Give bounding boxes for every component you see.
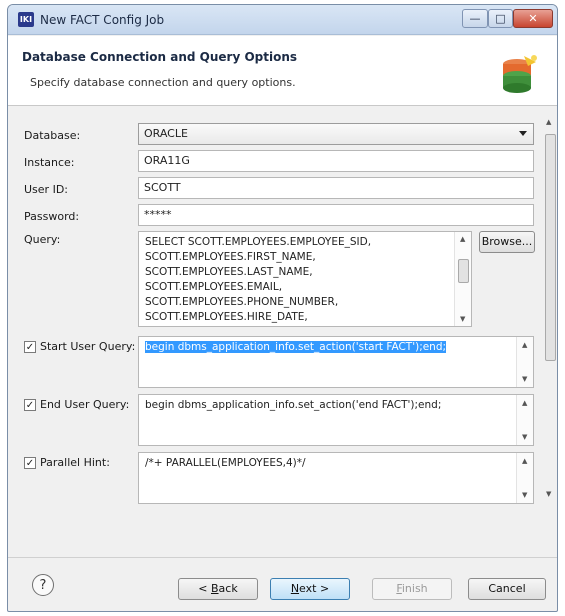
user-id-label: User ID: xyxy=(24,183,68,196)
scroll-down-icon[interactable]: ▼ xyxy=(522,433,527,441)
footer-divider xyxy=(8,557,557,558)
finish-button[interactable]: Finish xyxy=(372,578,452,600)
next-button-mnemonic: N xyxy=(290,582,300,595)
app-icon: IKI xyxy=(18,12,34,27)
instance-label: Instance: xyxy=(24,156,75,169)
database-label: Database: xyxy=(24,129,81,142)
browse-button[interactable]: Browse... xyxy=(479,231,535,253)
query-line: SCOTT.EMPLOYEES.EMAIL, xyxy=(145,281,283,293)
database-select[interactable]: ORACLE xyxy=(138,123,534,145)
scroll-up-icon[interactable]: ▲ xyxy=(460,235,465,243)
chevron-down-icon[interactable] xyxy=(519,131,527,136)
end-user-query-text: begin dbms_application_info.set_action('… xyxy=(145,399,442,411)
window-title: New FACT Config Job xyxy=(40,13,165,27)
back-button-mnemonic: B xyxy=(211,582,219,595)
query-line: SCOTT.EMPLOYEES.FIRST_NAME, xyxy=(145,251,316,263)
scroll-up-icon[interactable]: ▲ xyxy=(522,457,527,465)
scroll-up-icon[interactable]: ▲ xyxy=(522,399,527,407)
scroll-down-icon[interactable]: ▼ xyxy=(522,491,527,499)
parallel-hint-checkbox[interactable]: ✓ xyxy=(24,457,36,469)
finish-button-rest: inish xyxy=(401,582,428,595)
query-line: SELECT SCOTT.EMPLOYEES.EMPLOYEE_SID, xyxy=(145,236,372,248)
help-icon[interactable]: ? xyxy=(32,574,54,596)
start-query-scrollbar[interactable]: ▲ ▼ xyxy=(516,337,533,387)
scroll-down-icon[interactable]: ▼ xyxy=(460,315,465,323)
cancel-button[interactable]: Cancel xyxy=(468,578,546,600)
page-subtitle: Specify database connection and query op… xyxy=(30,76,296,89)
start-user-query-label: Start User Query: xyxy=(40,340,136,353)
start-user-query-checkbox[interactable]: ✓ xyxy=(24,341,36,353)
next-button-rest: ext > xyxy=(299,582,330,595)
end-user-query-label: End User Query: xyxy=(40,398,130,411)
parallel-hint-label: Parallel Hint: xyxy=(40,456,110,469)
scroll-up-icon[interactable]: ▲ xyxy=(522,341,527,349)
query-scrollbar[interactable]: ▲ ▼ xyxy=(454,232,471,326)
end-user-query-textarea[interactable]: begin dbms_application_info.set_action('… xyxy=(138,394,534,446)
query-label: Query: xyxy=(24,233,61,246)
parallel-hint-text: /*+ PARALLEL(EMPLOYEES,4)*/ xyxy=(145,457,306,469)
query-line: SCOTT.EMPLOYEES.LAST_NAME, xyxy=(145,266,313,278)
minimize-button[interactable]: — xyxy=(462,9,488,28)
query-textarea[interactable]: SELECT SCOTT.EMPLOYEES.EMPLOYEE_SID, SCO… xyxy=(138,231,472,327)
next-button[interactable]: Next > xyxy=(270,578,350,600)
end-query-scrollbar[interactable]: ▲ ▼ xyxy=(516,395,533,445)
form-scroll-thumb[interactable] xyxy=(545,134,556,361)
scroll-down-icon[interactable]: ▼ xyxy=(546,490,551,498)
dialog-window: IKI New FACT Config Job — □ ✕ Database C… xyxy=(7,4,558,612)
scroll-up-icon[interactable]: ▲ xyxy=(546,118,551,126)
instance-input[interactable]: ORA11G xyxy=(138,150,534,172)
database-selected-value: ORACLE xyxy=(144,127,188,140)
back-button-prefix: < xyxy=(198,582,211,595)
parallel-hint-scrollbar[interactable]: ▲ ▼ xyxy=(516,453,533,503)
form-scrollbar[interactable]: ▲ ▼ xyxy=(543,118,557,498)
start-user-query-textarea[interactable]: begin dbms_application_info.set_action('… xyxy=(138,336,534,388)
database-wizard-icon xyxy=(503,55,537,93)
maximize-button[interactable]: □ xyxy=(488,9,513,28)
page-title: Database Connection and Query Options xyxy=(22,50,298,64)
close-button[interactable]: ✕ xyxy=(513,9,553,28)
end-user-query-checkbox[interactable]: ✓ xyxy=(24,399,36,411)
scroll-thumb[interactable] xyxy=(458,259,469,283)
start-user-query-text: begin dbms_application_info.set_action('… xyxy=(145,341,447,353)
query-line: SCOTT.EMPLOYEES.PHONE_NUMBER, xyxy=(145,296,339,308)
scroll-down-icon[interactable]: ▼ xyxy=(522,375,527,383)
user-id-input[interactable]: SCOTT xyxy=(138,177,534,199)
parallel-hint-textarea[interactable]: /*+ PARALLEL(EMPLOYEES,4)*/ ▲ ▼ xyxy=(138,452,534,504)
password-label: Password: xyxy=(24,210,80,223)
back-button-rest: ack xyxy=(218,582,238,595)
query-line: SCOTT.EMPLOYEES.HIRE_DATE, xyxy=(145,311,308,323)
back-button[interactable]: < Back xyxy=(178,578,258,600)
wizard-banner: Database Connection and Query Options Sp… xyxy=(8,36,557,106)
title-bar[interactable]: IKI New FACT Config Job — □ ✕ xyxy=(8,5,557,35)
password-input[interactable]: ***** xyxy=(138,204,534,226)
